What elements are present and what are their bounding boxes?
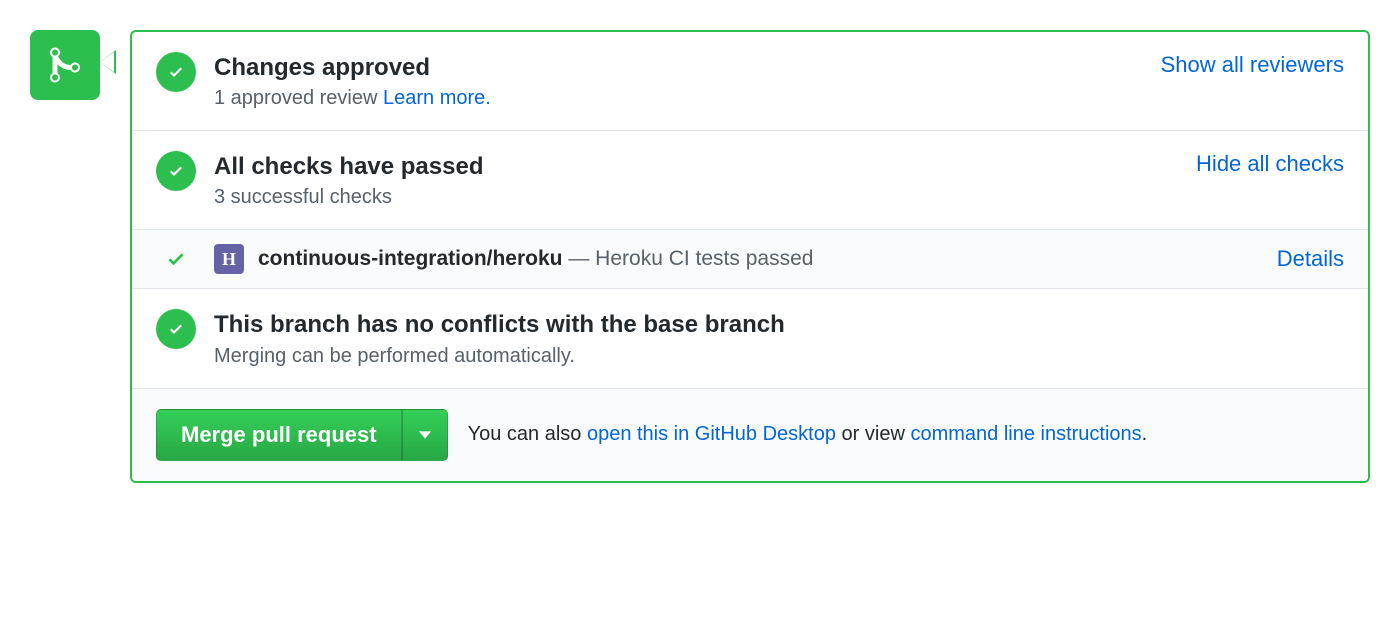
approved-count-text: 1 approved review [214, 87, 383, 109]
open-desktop-link[interactable]: open this in GitHub Desktop [587, 423, 836, 445]
caret-down-icon [419, 431, 431, 439]
merge-panel: Changes approved 1 approved review Learn… [130, 30, 1370, 483]
approved-subtitle: 1 approved review Learn more. [214, 87, 1145, 110]
checks-title: All checks have passed [214, 151, 1180, 182]
hide-checks-link[interactable]: Hide all checks [1196, 151, 1344, 177]
check-description: Heroku CI tests passed [595, 247, 813, 270]
conflicts-section: This branch has no conflicts with the ba… [132, 289, 1368, 388]
check-text: continuous-integration/heroku — Heroku C… [258, 247, 813, 271]
learn-more-link[interactable]: Learn more. [383, 87, 491, 109]
checks-section: All checks have passed 3 successful chec… [132, 131, 1368, 230]
approved-section: Changes approved 1 approved review Learn… [132, 32, 1368, 131]
cli-instructions-link[interactable]: command line instructions [910, 423, 1141, 445]
check-circle-icon [156, 309, 196, 349]
merge-button-group: Merge pull request [156, 409, 448, 461]
show-reviewers-link[interactable]: Show all reviewers [1161, 52, 1344, 78]
check-icon [156, 249, 196, 269]
git-merge-icon [30, 30, 100, 100]
footer-text: You can also open this in GitHub Desktop… [468, 423, 1148, 446]
merge-footer: Merge pull request You can also open thi… [132, 389, 1368, 481]
check-item-row: H continuous-integration/heroku — Heroku… [132, 230, 1368, 289]
approved-title: Changes approved [214, 52, 1145, 83]
checks-body: All checks have passed 3 successful chec… [214, 151, 1180, 209]
merge-status-container: Changes approved 1 approved review Learn… [30, 30, 1370, 483]
footer-mid: or view [836, 423, 910, 445]
check-details-link[interactable]: Details [1277, 246, 1344, 272]
check-separator: — [563, 247, 596, 270]
check-circle-icon [156, 151, 196, 191]
checks-subtitle: 3 successful checks [214, 186, 1180, 209]
check-name: continuous-integration/heroku [258, 247, 563, 270]
conflicts-title: This branch has no conflicts with the ba… [214, 309, 1344, 340]
check-circle-icon [156, 52, 196, 92]
merge-dropdown-button[interactable] [402, 409, 448, 461]
footer-suffix: . [1142, 423, 1148, 445]
approved-body: Changes approved 1 approved review Learn… [214, 52, 1145, 110]
merge-button[interactable]: Merge pull request [156, 409, 402, 461]
conflicts-body: This branch has no conflicts with the ba… [214, 309, 1344, 367]
footer-prefix: You can also [468, 423, 587, 445]
conflicts-subtitle: Merging can be performed automatically. [214, 345, 1344, 368]
heroku-icon: H [214, 244, 244, 274]
